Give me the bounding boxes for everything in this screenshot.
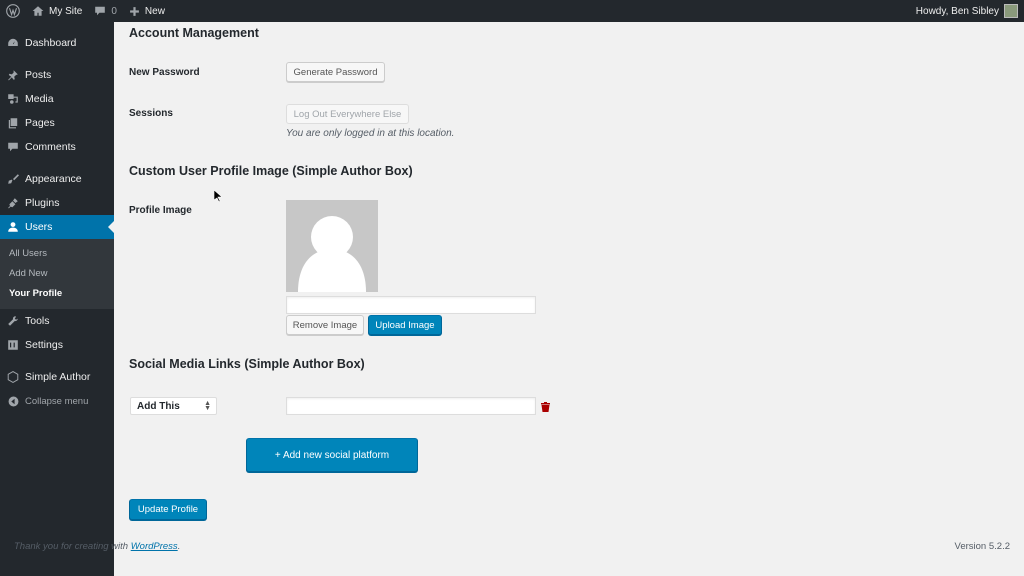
pin-icon: [8, 70, 18, 81]
plug-icon: [8, 198, 18, 209]
submenu-item-your-profile[interactable]: Your Profile: [0, 283, 114, 303]
profile-image-heading: Custom User Profile Image (Simple Author…: [129, 164, 413, 178]
comments-link[interactable]: 0: [88, 0, 123, 22]
sidebar-item-label: Media: [25, 93, 54, 105]
logout-everywhere-button[interactable]: Log Out Everywhere Else: [286, 104, 409, 124]
account-management-heading: Account Management: [129, 26, 259, 40]
media-icon: [8, 94, 18, 104]
sidebar-item-settings[interactable]: Settings: [0, 333, 114, 357]
wordpress-link[interactable]: WordPress: [131, 541, 178, 552]
footer-thanks-text: Thank you for creating with: [14, 541, 131, 552]
cursor-arrow-icon: [213, 189, 223, 203]
submenu-item-add-new[interactable]: Add New: [0, 263, 114, 283]
sidebar-item-label: Users: [25, 221, 53, 233]
sidebar-item-label: Appearance: [25, 173, 82, 185]
sidebar-item-label: Tools: [25, 315, 50, 327]
profile-image-label: Profile Image: [129, 205, 192, 216]
sidebar-item-label: Settings: [25, 339, 63, 351]
new-content-link[interactable]: New: [123, 0, 171, 22]
mouse-cursor: [213, 189, 223, 207]
sessions-description: You are only logged in at this location.: [286, 128, 455, 139]
new-password-label: New Password: [129, 67, 200, 78]
sidebar-item-pages[interactable]: Pages: [0, 111, 114, 135]
remove-image-button[interactable]: Remove Image: [286, 315, 364, 335]
social-platform-select[interactable]: Add This ▲ ▼: [130, 397, 217, 415]
sidebar-item-posts[interactable]: Posts: [0, 63, 114, 87]
sidebar-item-simple-author[interactable]: Simple Author: [0, 365, 114, 389]
comment-icon: [8, 142, 18, 152]
site-name: My Site: [49, 5, 83, 17]
sidebar-item-label: Dashboard: [25, 37, 77, 49]
wordpress-logo-button[interactable]: [0, 0, 26, 22]
brush-icon: [8, 174, 19, 184]
wrench-icon: [8, 316, 18, 326]
footer-version: Version 5.2.2: [954, 541, 1010, 552]
sidebar-item-users[interactable]: Users: [0, 215, 114, 239]
comments-count: 0: [111, 5, 117, 17]
sidebar-item-label: Collapse menu: [25, 395, 89, 407]
pages-icon: [8, 118, 18, 129]
main-content: Account Management New Password Generate…: [114, 22, 1024, 576]
sidebar-item-label: Plugins: [25, 197, 60, 209]
dashboard-icon: [8, 38, 18, 46]
my-account-menu[interactable]: Howdy, Ben Sibley: [916, 0, 1024, 22]
comment-icon: [95, 6, 106, 16]
user-avatar: [1004, 4, 1018, 18]
footer-thanks: Thank you for creating with WordPress.: [14, 541, 180, 552]
settings-icon: [8, 340, 18, 350]
wordpress-logo-icon: [6, 4, 20, 18]
sidebar-item-media[interactable]: Media: [0, 87, 114, 111]
profile-image-url-input[interactable]: [286, 296, 536, 314]
default-avatar-icon: [298, 216, 366, 292]
social-url-input[interactable]: [286, 397, 536, 415]
sidebar-item-label: Posts: [25, 69, 52, 81]
select-arrows-icon: ▲ ▼: [204, 400, 211, 412]
upload-image-button[interactable]: Upload Image: [368, 315, 442, 335]
user-icon: [8, 222, 18, 232]
add-social-platform-button[interactable]: + Add new social platform: [246, 438, 418, 472]
submenu-item-all-users[interactable]: All Users: [0, 243, 114, 263]
trash-icon[interactable]: [541, 402, 550, 412]
plus-icon: [130, 6, 139, 16]
sidebar-item-plugins[interactable]: Plugins: [0, 191, 114, 215]
footer-period: .: [177, 541, 181, 552]
sidebar-item-label: Pages: [25, 117, 55, 129]
admin-sidebar: Dashboard Posts Media Pages Comments App…: [0, 22, 114, 576]
hexagon-icon: [7, 371, 19, 383]
sidebar-item-comments[interactable]: Comments: [0, 135, 114, 159]
new-label: New: [144, 5, 165, 17]
social-media-heading: Social Media Links (Simple Author Box): [129, 357, 365, 371]
howdy-greeting: Howdy, Ben Sibley: [915, 5, 999, 17]
users-submenu: All Users Add New Your Profile: [0, 239, 114, 309]
social-platform-value: Add This: [137, 400, 180, 412]
sidebar-item-tools[interactable]: Tools: [0, 309, 114, 333]
admin-bar: My Site 0 New Howdy, Ben Sibley: [0, 0, 1024, 22]
site-name-link[interactable]: My Site: [26, 0, 88, 22]
collapse-icon: [8, 396, 18, 406]
update-profile-button[interactable]: Update Profile: [129, 499, 207, 520]
sidebar-item-label: Simple Author: [25, 371, 91, 383]
generate-password-button[interactable]: Generate Password: [286, 62, 385, 82]
profile-image-preview: [286, 200, 378, 292]
sidebar-item-appearance[interactable]: Appearance: [0, 167, 114, 191]
sidebar-item-dashboard[interactable]: Dashboard: [0, 31, 114, 55]
sidebar-item-label: Comments: [25, 141, 76, 153]
home-icon: [32, 6, 44, 16]
sessions-label: Sessions: [129, 108, 173, 119]
collapse-menu-button[interactable]: Collapse menu: [0, 389, 114, 413]
